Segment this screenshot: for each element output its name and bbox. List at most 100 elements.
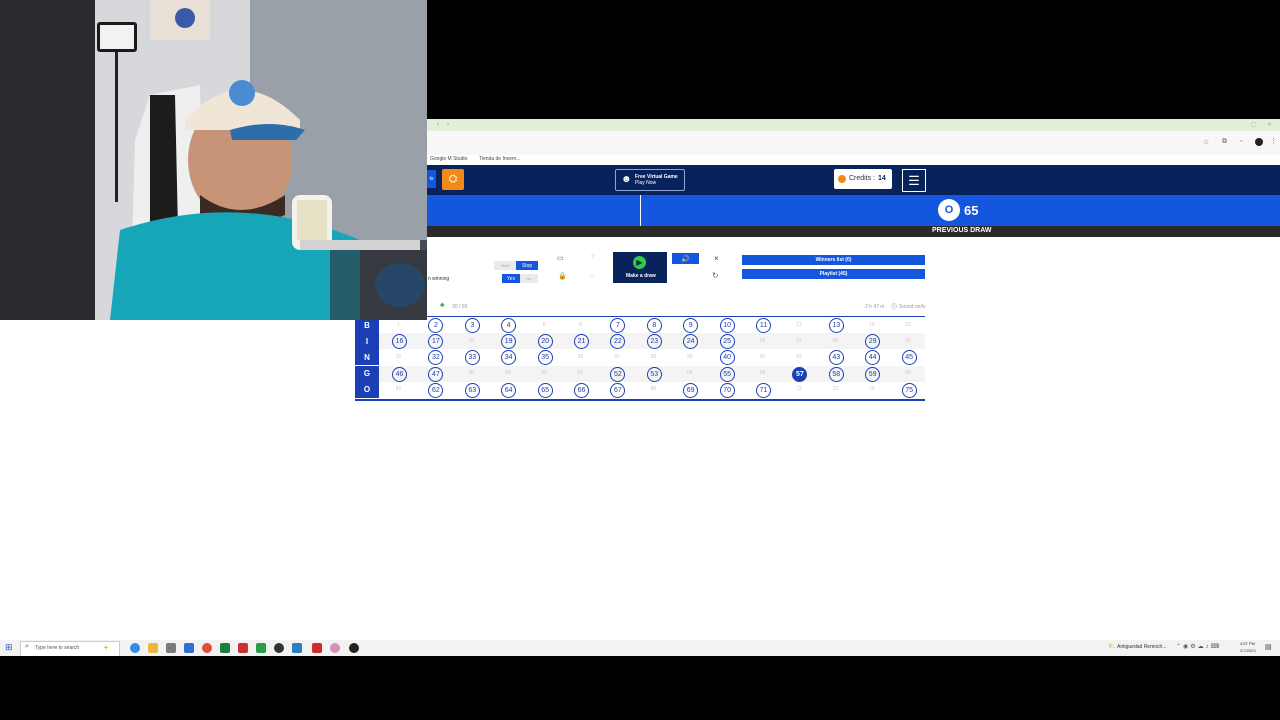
start-toggle[interactable]: Start (494, 261, 516, 270)
bookmarks-bar: Google M Studio Tienda de Invern... (427, 155, 1280, 164)
board-number: 22 (610, 334, 626, 350)
edge-icon[interactable] (130, 643, 140, 653)
file-explorer-icon[interactable] (148, 643, 158, 653)
sound-button[interactable]: 🔊 (672, 253, 699, 264)
bingo-board: B 1 2 3 4 5 6 7 8 9 10 11 12 13 14 15 I 16 17 18 19 20 21 22 23 2… (355, 316, 925, 401)
address-bar[interactable]: ☆ ⧉ ◦ ⋮ (427, 131, 1280, 155)
tray-icons[interactable]: ⌃◉⚙☁♪⌨ (1176, 643, 1221, 650)
extensions-icon[interactable]: ⧉ (1222, 138, 1227, 146)
board-number: 72 (796, 386, 802, 393)
account-avatar-icon[interactable] (1255, 138, 1263, 146)
bookmark-item[interactable]: Tienda de Invern... (479, 156, 521, 162)
forward-arrow-icon[interactable]: › (447, 122, 449, 128)
taskbar-search[interactable]: ⌕ Type here to search ✦ (20, 641, 120, 657)
excel-icon[interactable] (220, 643, 230, 653)
board-number: 24 (683, 334, 699, 350)
make-draw-button[interactable]: ▶ Make a draw (613, 252, 667, 283)
board-row: N 31 32 33 34 35 36 37 38 39 40 41 42 43 44 45 (355, 349, 925, 366)
taskbar: ⊞ ⌕ Type here to search ✦ ⛅ Antiguedad R… (0, 640, 1280, 657)
webcam-image (0, 0, 427, 320)
monitor-icon[interactable]: ▭ (557, 254, 564, 262)
credits-label: Credits : (849, 175, 876, 182)
lock-icon[interactable]: 🔒 (558, 272, 567, 280)
board-number: 17 (428, 334, 444, 350)
board-number: 47 (428, 366, 444, 382)
notifications-icon[interactable]: ▤ (1265, 643, 1272, 651)
credits-box[interactable]: Credits : 14 (834, 169, 892, 189)
free-game-sublabel: Play Now (635, 180, 657, 186)
board-row: O 61 62 63 64 65 66 67 68 69 70 71 72 73 74 75 (355, 381, 925, 398)
hamburger-menu-icon[interactable]: ☰ (902, 169, 926, 192)
board-number: 29 (865, 334, 881, 350)
previous-draw-label: PREVIOUS DRAW (932, 227, 992, 234)
board-number: 45 (901, 350, 917, 366)
black-margin (0, 656, 1280, 720)
mail-icon[interactable] (184, 643, 194, 653)
board-number: 66 (574, 382, 589, 398)
board-number: 31 (395, 353, 402, 360)
playlist-button[interactable]: Playlist (45) (742, 269, 925, 279)
app-green-icon[interactable] (256, 643, 266, 653)
board-number: 21 (574, 334, 589, 350)
players-icon: ♣ (440, 302, 445, 309)
obs-icon[interactable] (274, 643, 284, 653)
board-number: 71 (756, 382, 771, 398)
bookmark-item[interactable]: Google M Studio (430, 156, 467, 162)
no-toggle[interactable]: No (520, 274, 538, 283)
clock-date[interactable]: 2/7/2023 (1240, 648, 1256, 653)
winning-label: n winning (428, 276, 450, 282)
youtube-icon[interactable] (312, 643, 322, 653)
chat-icon[interactable]: ◌ (590, 271, 595, 280)
menu-dots-icon[interactable]: ⋮ (1270, 137, 1277, 145)
board-number: 57 (792, 366, 808, 382)
play-icon: ▶ (633, 256, 646, 269)
board-number: 10 (719, 318, 735, 333)
windows-start-icon[interactable]: ⊞ (5, 642, 13, 653)
board-number: 51 (577, 370, 584, 377)
close-window-icon[interactable]: ✕ (1267, 121, 1272, 128)
question-icon[interactable]: ? (591, 254, 595, 261)
board-number: 44 (865, 350, 881, 366)
powerpoint-icon[interactable] (238, 643, 248, 653)
board-number: 69 (683, 382, 699, 398)
gamepad-icon: ☻ (621, 174, 632, 185)
board-letter: G (355, 365, 379, 382)
app-icon[interactable] (166, 643, 176, 653)
search-placeholder: Type here to search (35, 645, 80, 651)
clock-time[interactable]: 4:57 PM (1240, 641, 1255, 646)
app-pink-icon[interactable] (330, 643, 340, 653)
star-icon[interactable]: ☆ (1203, 138, 1209, 146)
board-number: 62 (428, 382, 444, 398)
board-number: 53 (646, 366, 662, 382)
ferris-wheel-icon[interactable]: ⛭ (442, 169, 464, 190)
board-number: 56 (759, 370, 766, 377)
board-letter: I (355, 333, 379, 350)
tray-text[interactable]: Antiguedad Remoch... (1117, 644, 1166, 650)
app-dark-icon[interactable] (349, 643, 359, 653)
players-count: 30 / 59 (452, 304, 468, 310)
minimize-icon[interactable]: ▢ (1251, 121, 1257, 128)
board-number: 36 (577, 353, 584, 360)
refresh-icon[interactable]: ↻ (712, 271, 719, 280)
weather-icon[interactable]: ⛅ (1108, 643, 1115, 650)
yes-toggle[interactable]: Yes (502, 274, 520, 283)
board-number: 2 (428, 318, 444, 333)
stop-toggle[interactable]: Stop (516, 261, 538, 270)
board-number: 5 (542, 321, 546, 328)
site-logo[interactable]: ts (427, 170, 436, 188)
profile-icon[interactable]: ◦ (1240, 138, 1242, 145)
back-arrow-icon[interactable]: ‹ (437, 122, 439, 128)
board-number: 15 (905, 321, 911, 328)
board-number: 48 (468, 370, 475, 377)
board-number: 19 (501, 334, 517, 350)
board-number: 6 (579, 321, 582, 328)
app-blue-icon[interactable] (292, 643, 302, 653)
winners-list-button[interactable]: Winners list (0) (742, 255, 925, 265)
board-number: 27 (796, 337, 802, 344)
free-game-button[interactable]: ☻ Free Virtual Game Play Now (615, 169, 685, 191)
board-number: 14 (868, 321, 875, 328)
browser-tab-strip[interactable]: ‹ › ▢ ✕ (427, 119, 1280, 131)
close-icon[interactable]: × (714, 254, 719, 263)
webcam-feed (0, 0, 427, 320)
chrome-icon[interactable] (202, 643, 212, 653)
